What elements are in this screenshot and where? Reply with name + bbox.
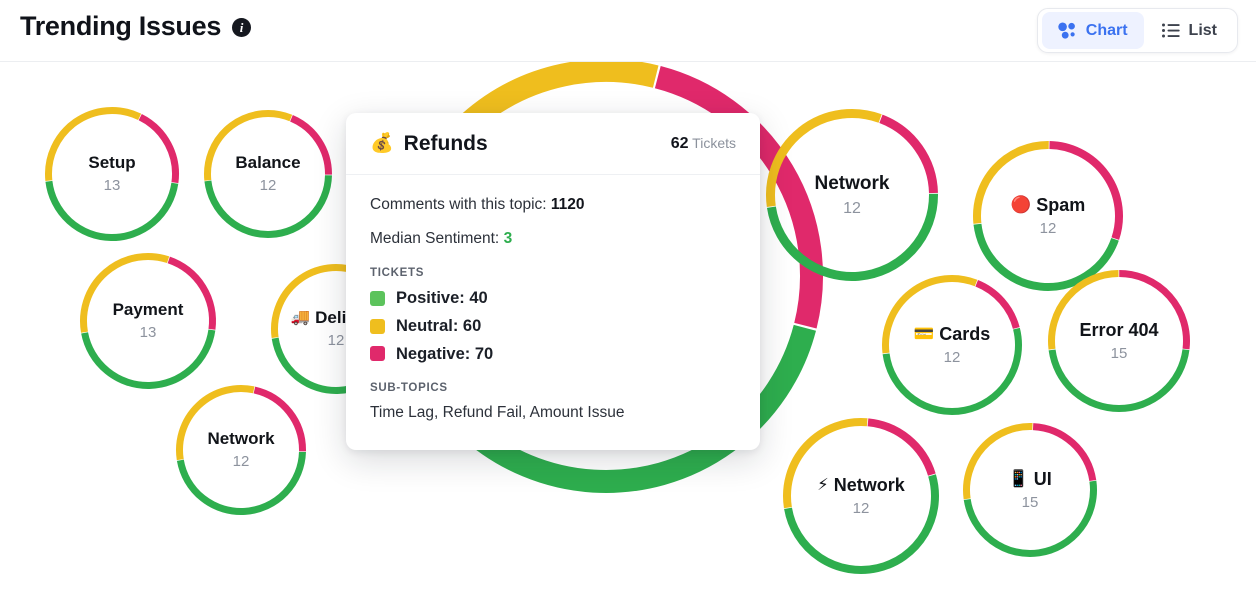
donut-ring	[45, 107, 179, 241]
legend-item-neutral: Neutral: 60	[370, 316, 736, 337]
legend-swatch-neutral	[370, 318, 385, 334]
arc-negative	[138, 113, 179, 184]
bubble-network-6[interactable]: Network 12	[765, 108, 939, 282]
arc-neutral	[783, 418, 868, 509]
bubble-chart-icon	[1058, 22, 1077, 39]
arc-neutral	[176, 385, 255, 461]
arc-positive	[1048, 349, 1190, 412]
bubble-network-4[interactable]: Network 12	[175, 384, 307, 516]
legend-item-negative: Negative: 70	[370, 344, 736, 365]
tooltip-ticket-count: 62 Tickets	[671, 135, 736, 153]
arc-positive	[963, 480, 1097, 557]
arc-negative	[1119, 270, 1190, 350]
info-icon[interactable]: i	[232, 18, 252, 37]
tab-list-label: List	[1188, 21, 1217, 39]
title-group: Trending Issues i	[20, 8, 252, 44]
arc-neutral	[766, 109, 882, 207]
tooltip-ticket-label: Tickets	[692, 134, 736, 151]
donut-ring	[80, 253, 216, 389]
arc-negative	[975, 280, 1020, 330]
tooltip-topic-name: Refunds	[403, 131, 488, 155]
trending-issues-page: Trending Issues i Chart List Setup 13 Ba…	[0, 0, 1256, 613]
tooltip-header: 💰 Refunds 62 Tickets	[346, 113, 760, 175]
arc-negative	[879, 114, 938, 194]
arc-neutral	[45, 107, 142, 181]
tooltip-subtopics-label: SUB-TOPICS	[370, 382, 448, 395]
bubble-network-10[interactable]: ⚡ Network 12	[782, 417, 940, 575]
donut-ring	[882, 275, 1022, 415]
tooltip-sentiment-row: Median Sentiment: 3	[370, 229, 736, 249]
bubble-error-404-9[interactable]: Error 404 15	[1047, 269, 1191, 413]
arc-positive	[766, 193, 938, 281]
tab-list[interactable]: List	[1146, 12, 1233, 49]
tooltip-body: Comments with this topic: 1120 Median Se…	[346, 175, 760, 450]
view-toggle-group: Chart List	[1036, 8, 1238, 53]
bubble-payment-2[interactable]: Payment 13	[79, 252, 217, 390]
list-icon	[1161, 23, 1180, 38]
tooltip-comments-label: Comments with this topic:	[370, 196, 547, 213]
tab-chart-label: Chart	[1085, 21, 1128, 39]
legend-swatch-positive	[370, 291, 385, 307]
tooltip-title-group: 💰 Refunds	[370, 132, 488, 156]
arc-neutral	[271, 264, 359, 339]
tooltip-comments-value: 1120	[550, 196, 585, 213]
arc-negative	[867, 418, 936, 476]
money-bag-emoji: 💰	[370, 133, 394, 154]
tooltip-subtopics-value: Time Lag, Refund Fail, Amount Issue	[370, 404, 625, 422]
donut-ring	[766, 109, 938, 281]
arc-neutral	[963, 423, 1033, 500]
donut-ring	[783, 418, 939, 574]
arc-negative	[1032, 423, 1097, 482]
arc-positive	[204, 175, 332, 238]
arc-neutral	[1048, 270, 1119, 350]
tooltip-sentiment-legend: Positive: 40 Neutral: 60 Negative: 70	[370, 288, 736, 364]
arc-neutral	[204, 110, 293, 181]
legend-label-negative: Negative: 70	[396, 344, 494, 363]
arc-positive	[784, 474, 939, 574]
tooltip-comments-row: Comments with this topic: 1120	[370, 195, 736, 215]
bubble-balance-1[interactable]: Balance 12	[203, 109, 333, 239]
legend-label-neutral: Neutral: 60	[396, 316, 482, 335]
legend-item-positive: Positive: 40	[370, 288, 736, 309]
tooltip-sentiment-value: 3	[503, 230, 513, 248]
legend-swatch-negative	[370, 346, 385, 362]
tooltip-sentiment-label: Median Sentiment:	[370, 230, 500, 248]
topic-detail-tooltip: 💰 Refunds 62 Tickets Comments with this …	[346, 113, 760, 451]
arc-positive	[176, 451, 306, 515]
arc-negative	[167, 256, 216, 330]
tab-chart[interactable]: Chart	[1041, 12, 1144, 49]
bubble-setup-0[interactable]: Setup 13	[44, 106, 180, 242]
page-header: Trending Issues i Chart List	[0, 0, 1256, 62]
tooltip-ticket-number: 62	[670, 134, 689, 152]
bubble-cards-8[interactable]: 💳 Cards 12	[881, 274, 1023, 416]
arc-positive	[45, 180, 179, 241]
arc-negative	[253, 386, 306, 452]
arc-negative	[289, 115, 332, 175]
arc-negative	[1049, 141, 1123, 240]
arc-neutral	[882, 275, 978, 354]
bubble-ui-11[interactable]: 📱 UI 15	[962, 422, 1098, 558]
donut-ring	[963, 423, 1097, 557]
arc-positive	[882, 327, 1022, 415]
donut-ring	[176, 385, 306, 515]
donut-ring	[204, 110, 332, 238]
page-title: Trending Issues	[20, 11, 222, 41]
legend-label-positive: Positive: 40	[396, 289, 488, 308]
arc-neutral	[80, 253, 170, 333]
donut-ring	[1048, 270, 1190, 412]
tooltip-tickets-section-label: TICKETS	[370, 267, 425, 280]
arc-neutral	[973, 141, 1049, 224]
arc-positive	[81, 329, 216, 389]
